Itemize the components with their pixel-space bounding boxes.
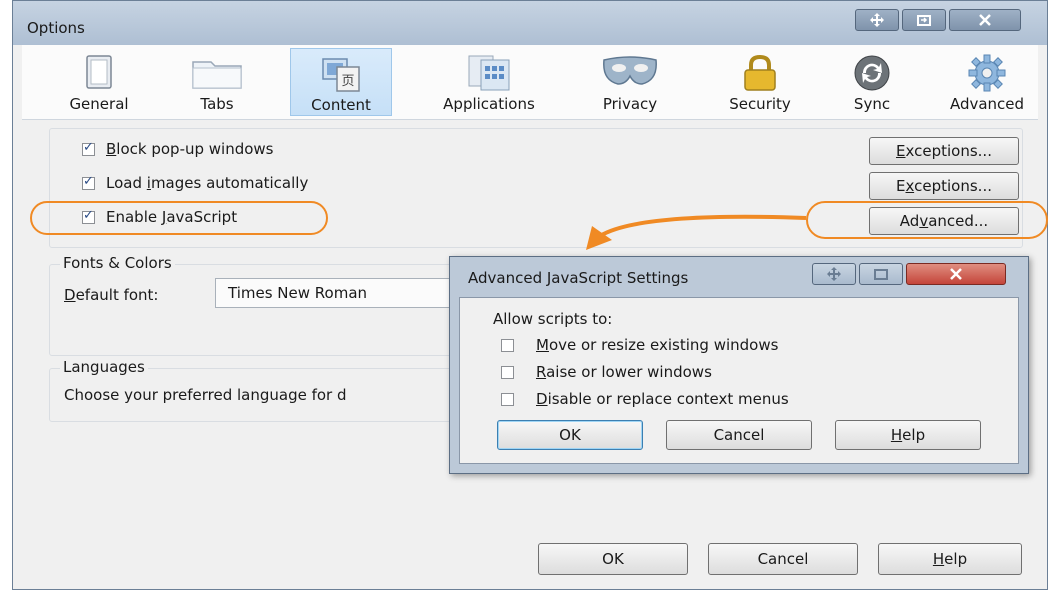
tab-label: Applications <box>443 95 535 113</box>
restore-icon <box>874 269 888 280</box>
tab-label: Security <box>729 95 791 113</box>
tab-label: Sync <box>853 95 891 113</box>
tabs-icon <box>192 61 242 89</box>
dialog-restore-caption-button[interactable] <box>859 263 903 285</box>
dialog-ok-button[interactable]: OK <box>497 420 643 450</box>
move-icon <box>827 267 841 281</box>
content-icon: 页 <box>322 58 360 92</box>
default-font-select[interactable]: Times New Roman <box>215 278 475 308</box>
tab-label: General <box>69 95 129 113</box>
allow-scripts-label: Allow scripts to: <box>493 310 613 328</box>
help-button[interactable]: Help <box>878 543 1022 575</box>
tab-general[interactable]: General <box>58 48 140 116</box>
options-toolbar: General Tabs 页 Content Applications Priv… <box>22 45 1038 120</box>
general-icon <box>86 55 112 89</box>
tab-security[interactable]: Security <box>714 48 806 116</box>
move-icon <box>870 13 884 27</box>
svg-text:页: 页 <box>341 74 354 89</box>
dialog-client: Allow scripts to: Move or resize existin… <box>459 297 1019 464</box>
raise-lower-windows-label: Raise or lower windows <box>536 363 712 381</box>
move-resize-windows-label: Move or resize existing windows <box>536 336 779 354</box>
load-images-checkbox[interactable] <box>82 174 95 190</box>
fonts-colors-title: Fonts & Colors <box>60 254 175 272</box>
tab-label: Content <box>311 96 371 114</box>
dialog-cancel-button[interactable]: Cancel <box>666 420 812 450</box>
languages-title: Languages <box>60 358 148 376</box>
gear-icon <box>968 54 1006 92</box>
tab-sync[interactable]: Sync <box>834 48 910 116</box>
highlight-enable-javascript <box>30 201 328 235</box>
dialog-title: Advanced JavaScript Settings <box>468 269 689 287</box>
restore-icon <box>917 15 931 26</box>
disable-context-menus-checkbox[interactable] <box>501 393 514 406</box>
tab-applications[interactable]: Applications <box>422 48 556 116</box>
close-icon <box>979 14 991 26</box>
applications-icon <box>468 55 510 91</box>
help-caption-button[interactable] <box>855 9 899 31</box>
tab-label: Tabs <box>200 95 234 113</box>
load-images-label: Load images automatically <box>106 174 309 192</box>
window-title: Options <box>27 19 85 37</box>
tab-privacy[interactable]: Privacy <box>588 48 672 116</box>
raise-lower-windows-checkbox[interactable] <box>501 366 514 379</box>
popup-exceptions-button[interactable]: Exceptions... <box>869 137 1019 165</box>
default-font-label: Default font: <box>64 286 159 304</box>
dialog-help-caption-button[interactable] <box>812 263 856 285</box>
highlight-advanced-button <box>806 201 1048 239</box>
tab-content[interactable]: 页 Content <box>290 48 392 116</box>
move-resize-windows-checkbox[interactable] <box>501 339 514 352</box>
block-popups-label: Block pop-up windows <box>106 140 274 158</box>
dialog-help-button[interactable]: Help <box>835 420 981 450</box>
cancel-button[interactable]: Cancel <box>708 543 858 575</box>
privacy-mask-icon <box>603 56 657 85</box>
tab-advanced[interactable]: Advanced <box>936 48 1038 116</box>
title-bar: Options <box>13 1 1047 45</box>
padlock-icon <box>744 54 776 91</box>
dialog-close-button[interactable] <box>906 263 1006 285</box>
advanced-javascript-dialog: Advanced JavaScript Settings Allow scrip… <box>449 256 1029 474</box>
ok-button[interactable]: OK <box>538 543 688 575</box>
tab-tabs[interactable]: Tabs <box>182 48 252 116</box>
default-font-value: Times New Roman <box>228 284 368 302</box>
disable-context-menus-label: Disable or replace context menus <box>536 390 789 408</box>
close-icon <box>950 268 962 280</box>
tab-label: Advanced <box>949 95 1025 113</box>
block-popups-checkbox[interactable] <box>82 140 95 156</box>
languages-description: Choose your preferred language for d <box>64 386 347 404</box>
image-exceptions-button[interactable]: Exceptions... <box>869 172 1019 200</box>
tab-label: Privacy <box>602 95 658 113</box>
close-caption-button[interactable] <box>949 9 1021 31</box>
sync-icon <box>854 55 890 91</box>
restore-caption-button[interactable] <box>902 9 946 31</box>
